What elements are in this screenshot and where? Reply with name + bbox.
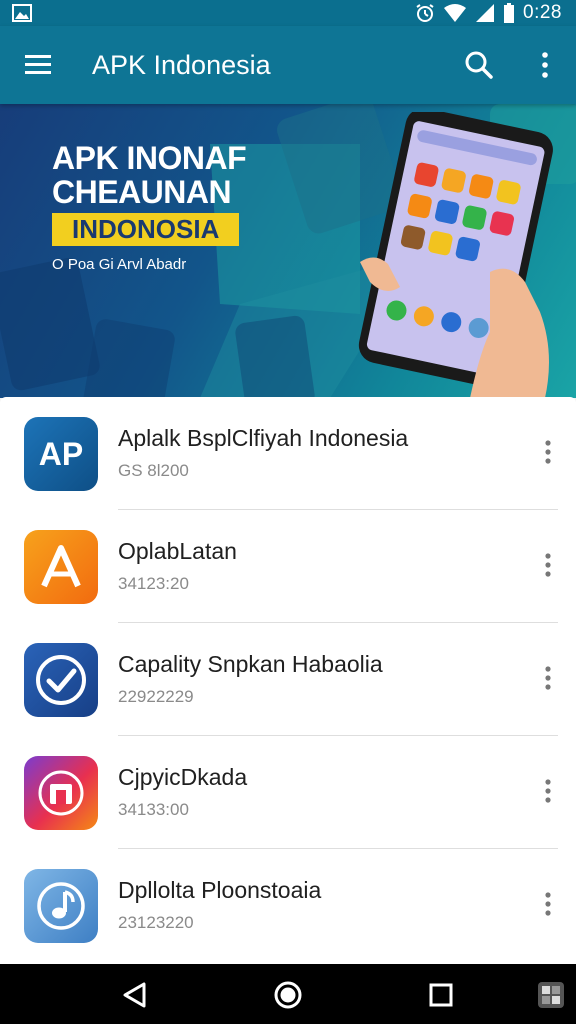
more-vert-icon[interactable]	[536, 550, 560, 580]
more-vert-icon[interactable]	[536, 889, 560, 919]
app-meta: 22922229	[118, 687, 194, 706]
recents-icon[interactable]	[426, 980, 456, 1010]
banner-subtitle: O Poa Gi Arvl Abadr	[52, 256, 187, 273]
app-name: Aplalk BsplClfiyah Indonesia	[118, 425, 409, 451]
app-icon-text: AP	[38, 435, 84, 472]
status-bar: 0:28	[0, 0, 576, 26]
more-vert-icon[interactable]	[536, 776, 560, 806]
app-icon-store	[24, 756, 98, 830]
signal-icon	[476, 4, 495, 22]
app-meta: GS 8l200	[118, 461, 189, 480]
app-title: APK Indonesia	[92, 50, 271, 80]
navigation-bar	[0, 964, 576, 1024]
app-name: CjpyicDkada	[118, 764, 248, 790]
gallery-icon	[12, 4, 32, 22]
app-icon-check	[24, 643, 98, 717]
phone-in-hand-illustration	[358, 112, 553, 398]
wifi-icon	[444, 4, 467, 22]
list-item[interactable]: AP Aplalk BsplClfiyah Indonesia GS 8l200	[0, 397, 576, 510]
list-item[interactable]: CjpyicDkada 34133:00	[0, 736, 576, 849]
status-icons: 0:28	[415, 2, 562, 23]
banner-badge: INDONOSIA	[52, 213, 240, 246]
app-meta: 34133:00	[118, 800, 189, 819]
store-bag-icon	[38, 770, 84, 816]
banner-headline-2: CHEAUNAN	[52, 174, 232, 210]
more-vert-icon[interactable]	[536, 663, 560, 693]
promo-banner[interactable]: APK INONAF CHEAUNAN INDONOSIA O Poa Gi A…	[0, 104, 576, 398]
app-icon-music	[24, 869, 98, 943]
home-icon[interactable]	[273, 980, 303, 1010]
back-icon[interactable]	[120, 980, 150, 1010]
app-name: Dpllolta Ploonstoaia	[118, 877, 322, 903]
list-item[interactable]: Capality Snpkan Habaolia 22922229	[0, 623, 576, 736]
app-list: AP Aplalk BsplClfiyah Indonesia GS 8l200…	[0, 397, 576, 964]
app-meta: 23123220	[118, 913, 194, 932]
battery-icon	[504, 3, 515, 23]
more-vert-icon[interactable]	[534, 50, 556, 80]
app-icon-a	[24, 530, 98, 604]
app-bar: APK Indonesia	[0, 26, 576, 104]
screenshot-icon[interactable]	[536, 980, 566, 1010]
app-icon-ap: AP	[24, 417, 98, 491]
letter-a-icon	[41, 545, 81, 588]
checkmark-circle-icon	[36, 655, 86, 705]
menu-icon[interactable]	[24, 52, 54, 78]
more-vert-icon[interactable]	[536, 437, 560, 467]
search-icon[interactable]	[464, 50, 494, 80]
alarm-icon	[416, 4, 434, 22]
app-meta: 34123:20	[118, 574, 189, 593]
app-name: Capality Snpkan Habaolia	[118, 651, 383, 677]
list-item[interactable]: Dpllolta Ploonstoaia 23123220	[0, 849, 576, 962]
list-item[interactable]: OplabLatan 34123:20	[0, 510, 576, 623]
status-time: 0:28	[523, 2, 562, 23]
music-note-icon	[37, 882, 85, 930]
banner-headline-1: APK INONAF	[52, 140, 247, 176]
app-name: OplabLatan	[118, 538, 237, 564]
